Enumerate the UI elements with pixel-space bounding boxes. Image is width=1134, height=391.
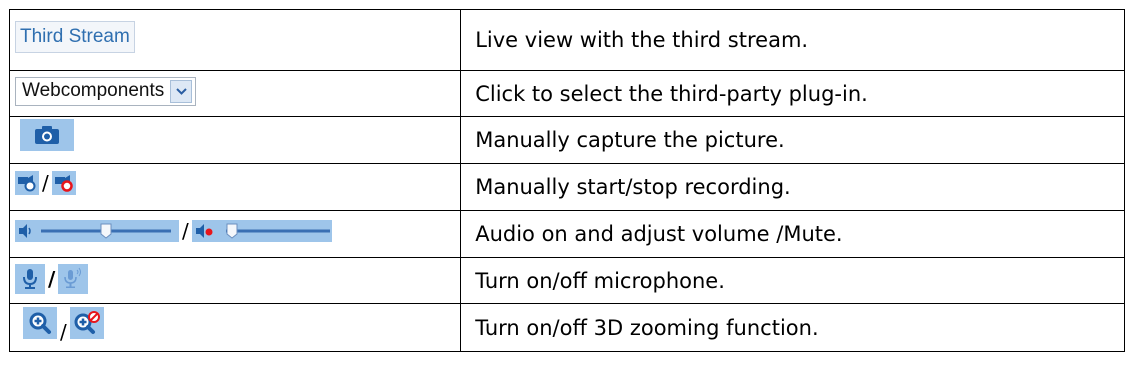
camera-icon[interactable] bbox=[20, 119, 74, 151]
table-row: Third Stream Live view with the third st… bbox=[8, 9, 1125, 71]
volume-slider[interactable] bbox=[15, 220, 179, 242]
separator: / bbox=[60, 319, 67, 344]
table-row: Manually capture the picture. bbox=[8, 116, 1125, 164]
description-cell: Audio on and adjust volume /Mute. bbox=[460, 210, 1125, 258]
record-start-icon[interactable] bbox=[15, 171, 39, 195]
description-cell: Manually capture the picture. bbox=[460, 116, 1125, 164]
icon-reference-table: Third Stream Live view with the third st… bbox=[8, 9, 1125, 352]
description-cell: Turn on/off microphone. bbox=[460, 257, 1125, 304]
separator: / bbox=[42, 171, 49, 195]
description-cell: Manually start/stop recording. bbox=[460, 163, 1125, 211]
control-cell: / bbox=[8, 163, 462, 211]
mute-slider[interactable] bbox=[191, 220, 332, 242]
microphone-on-icon[interactable] bbox=[15, 263, 45, 294]
control-cell: / bbox=[8, 257, 462, 304]
plugin-select[interactable]: Webcomponents bbox=[15, 76, 197, 106]
separator: / bbox=[182, 219, 189, 243]
zoom-3d-off-icon[interactable] bbox=[69, 306, 104, 339]
description-cell: Turn on/off 3D zooming function. bbox=[460, 303, 1125, 352]
separator: / bbox=[48, 266, 56, 291]
microphone-off-icon[interactable] bbox=[58, 263, 89, 294]
third-stream-button[interactable]: Third Stream bbox=[15, 21, 135, 53]
control-cell bbox=[8, 116, 462, 164]
table-row: / Turn on/off 3D zooming function. bbox=[8, 303, 1125, 352]
table-row: / Audio on and adjust volume /Mute. bbox=[8, 210, 1125, 258]
table-row: / Manually start/stop recording. bbox=[8, 163, 1125, 211]
control-cell: / bbox=[8, 210, 462, 258]
control-cell: Webcomponents bbox=[8, 70, 462, 117]
chevron-down-icon[interactable] bbox=[170, 79, 193, 103]
description-cell: Live view with the third stream. bbox=[460, 9, 1125, 71]
control-cell: Third Stream bbox=[8, 9, 462, 71]
description-cell: Click to select the third-party plug-in. bbox=[460, 70, 1125, 117]
record-stop-icon[interactable] bbox=[51, 171, 76, 195]
table-row: Webcomponents Click to select the third-… bbox=[8, 70, 1125, 117]
table-row: / Turn on/off microphone. bbox=[8, 257, 1125, 304]
plugin-select-value: Webcomponents bbox=[22, 80, 165, 102]
zoom-3d-on-icon[interactable] bbox=[23, 306, 57, 339]
control-cell: / bbox=[8, 303, 462, 352]
